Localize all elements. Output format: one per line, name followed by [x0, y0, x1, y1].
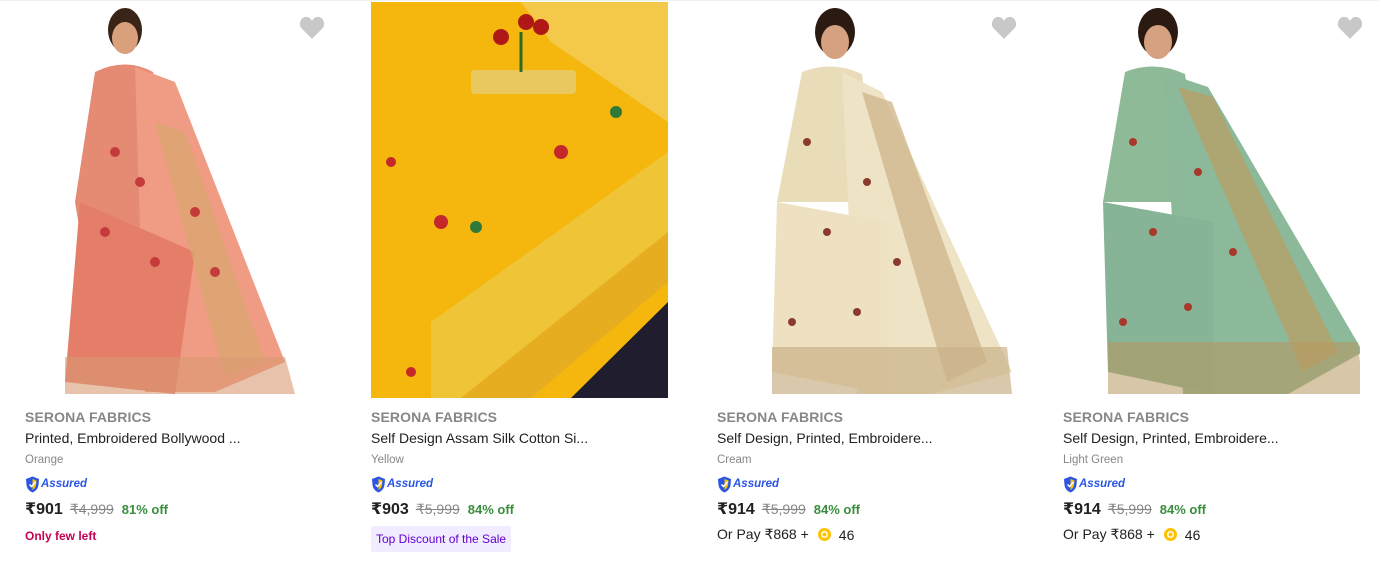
stock-status: Only few left: [25, 529, 97, 543]
product-brand: SERONA FABRICS: [717, 409, 844, 425]
product-title[interactable]: Self Design, Printed, Embroidere...: [717, 430, 1017, 446]
supercoin-icon: [817, 528, 831, 541]
assured-shield-icon: [372, 476, 385, 492]
supercoin-offer: Or Pay ₹868 + 46: [717, 526, 854, 543]
supercoin-count: 46: [1184, 526, 1201, 543]
product-image[interactable]: [1063, 2, 1360, 398]
price-row: ₹914 ₹5,999 84% off: [1063, 499, 1206, 519]
product-brand: SERONA FABRICS: [371, 409, 498, 425]
product-card[interactable]: SERONA FABRICS Self Design, Printed, Emb…: [1038, 1, 1379, 562]
assured-badge: Assured: [1063, 475, 1125, 493]
assured-shield-icon: [26, 476, 39, 492]
product-image[interactable]: [25, 2, 322, 398]
wishlist-heart-icon[interactable]: [298, 15, 326, 41]
sale-tag: Top Discount of the Sale: [371, 526, 512, 552]
discount-percent: 84% off: [813, 502, 861, 517]
assured-label: Assured: [387, 478, 434, 490]
product-brand: SERONA FABRICS: [25, 409, 152, 425]
product-grid: SERONA FABRICS Printed, Embroidered Boll…: [0, 0, 1379, 561]
product-card[interactable]: SERONA FABRICS Self Design Assam Silk Co…: [346, 1, 692, 562]
original-price: ₹5,999: [1107, 501, 1152, 517]
discount-percent: 84% off: [1159, 502, 1207, 517]
original-price: ₹5,999: [761, 501, 806, 517]
supercoin-icon: [1163, 528, 1177, 541]
selling-price: ₹914: [1063, 501, 1101, 518]
product-color: Light Green: [1063, 454, 1124, 466]
assured-badge: Assured: [371, 475, 433, 493]
wishlist-heart-icon[interactable]: [990, 15, 1018, 41]
product-title[interactable]: Self Design, Printed, Embroidere...: [1063, 430, 1363, 446]
price-row: ₹901 ₹4,999 81% off: [25, 499, 168, 519]
product-card[interactable]: SERONA FABRICS Printed, Embroidered Boll…: [0, 1, 346, 562]
product-color: Cream: [717, 454, 752, 466]
product-card[interactable]: SERONA FABRICS Self Design, Printed, Emb…: [692, 1, 1038, 562]
assured-badge: Assured: [717, 475, 779, 493]
original-price: ₹4,999: [69, 501, 114, 517]
selling-price: ₹901: [25, 501, 63, 518]
discount-percent: 84% off: [467, 502, 515, 517]
assured-label: Assured: [733, 478, 780, 490]
discount-percent: 81% off: [121, 502, 169, 517]
assured-badge: Assured: [25, 475, 87, 493]
assured-label: Assured: [1079, 478, 1126, 490]
supercoin-offer: Or Pay ₹868 + 46: [1063, 526, 1200, 543]
price-row: ₹903 ₹5,999 84% off: [371, 499, 514, 519]
product-color: Orange: [25, 454, 64, 466]
product-image[interactable]: [371, 2, 668, 398]
product-brand: SERONA FABRICS: [1063, 409, 1190, 425]
assured-shield-icon: [1064, 476, 1077, 492]
product-title[interactable]: Printed, Embroidered Bollywood ...: [25, 430, 325, 446]
pay-text: Or Pay ₹868 +: [717, 526, 809, 542]
assured-label: Assured: [41, 478, 88, 490]
pay-text: Or Pay ₹868 +: [1063, 526, 1155, 542]
supercoin-count: 46: [838, 526, 855, 543]
original-price: ₹5,999: [415, 501, 460, 517]
selling-price: ₹903: [371, 501, 409, 518]
selling-price: ₹914: [717, 501, 755, 518]
product-image[interactable]: [717, 2, 1014, 398]
product-color: Yellow: [371, 454, 404, 466]
product-title[interactable]: Self Design Assam Silk Cotton Si...: [371, 430, 671, 446]
assured-shield-icon: [718, 476, 731, 492]
price-row: ₹914 ₹5,999 84% off: [717, 499, 860, 519]
wishlist-heart-icon[interactable]: [1336, 15, 1364, 41]
